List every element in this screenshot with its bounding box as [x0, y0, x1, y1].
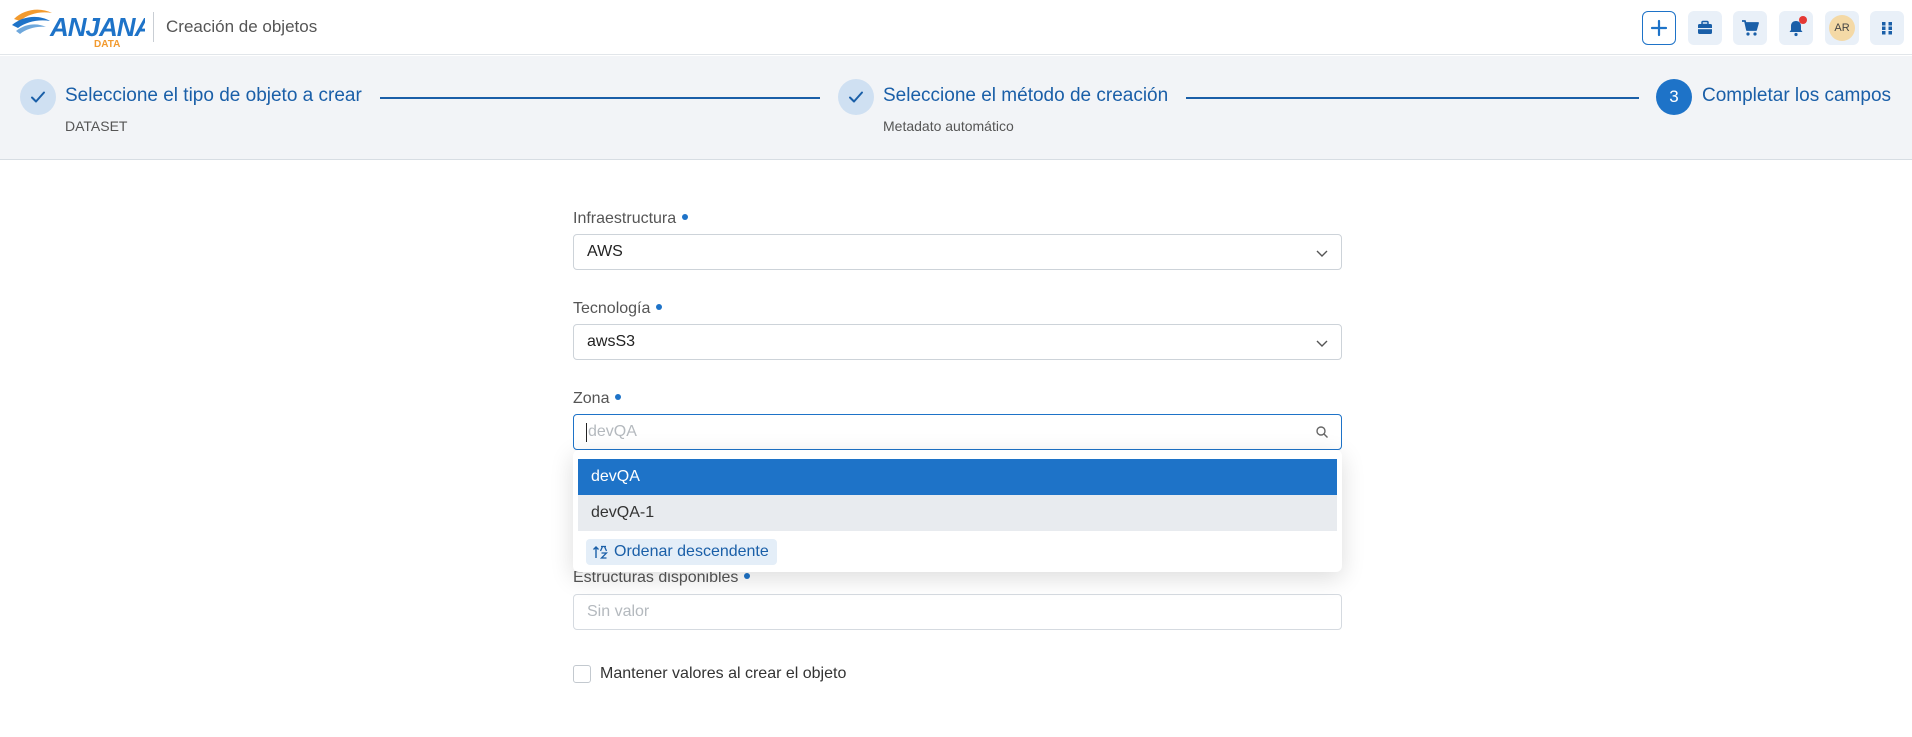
step-3-title: Completar los campos [1702, 85, 1892, 106]
notification-badge [1799, 16, 1807, 24]
estructuras-placeholder: Sin valor [587, 603, 650, 620]
required-indicator [615, 393, 622, 400]
logo-text: ANJANA [49, 12, 145, 42]
zona-label: Zona [573, 390, 622, 408]
cart-icon [1742, 20, 1759, 36]
grid-icon [1882, 22, 1892, 35]
search-icon [1316, 426, 1328, 438]
plus-icon [1650, 19, 1668, 37]
keep-values-checkbox[interactable] [573, 665, 591, 683]
dropdown-option-devqa[interactable]: devQA [578, 459, 1337, 495]
tecnologia-select[interactable]: awsS3 [573, 324, 1342, 360]
avatar: AR [1829, 15, 1855, 41]
chevron-down-icon [1316, 340, 1328, 347]
page-title: Creación de objetos [166, 17, 318, 36]
apps-button[interactable] [1870, 11, 1904, 45]
chevron-down-icon [1316, 250, 1328, 257]
infraestructura-select[interactable]: AWS [573, 234, 1342, 270]
step-connector [1186, 97, 1639, 99]
zona-placeholder: devQA [588, 423, 637, 440]
required-indicator [744, 572, 751, 579]
infraestructura-value: AWS [587, 243, 623, 260]
check-icon [849, 91, 863, 103]
step-3-number: 3 [1656, 79, 1692, 115]
estructuras-select[interactable]: Sin valor [573, 594, 1342, 630]
briefcase-icon [1698, 20, 1712, 34]
text-cursor [586, 423, 587, 442]
check-icon [31, 91, 45, 103]
step-1-check [20, 79, 56, 115]
briefcase-button[interactable] [1688, 11, 1722, 45]
step-1-title: Seleccione el tipo de objeto a crear [65, 85, 362, 106]
add-button[interactable] [1642, 11, 1676, 45]
step-2-check [838, 79, 874, 115]
required-indicator [656, 303, 663, 310]
cart-button[interactable] [1733, 11, 1767, 45]
zona-search-input[interactable]: devQA [573, 414, 1342, 450]
logo-separator [153, 12, 154, 42]
sort-descending-button[interactable]: Ordenar descendente [586, 539, 777, 565]
sort-descending-icon [593, 545, 608, 559]
anjana-logo[interactable]: ANJANA DATA [10, 5, 145, 49]
sort-descending-label: Ordenar descendente [614, 543, 769, 560]
infraestructura-label: Infraestructura [573, 210, 689, 228]
user-avatar-button[interactable]: AR [1825, 11, 1859, 45]
step-2-subtitle: Metadato automático [883, 118, 1014, 134]
step-2-title: Seleccione el método de creación [883, 85, 1169, 106]
stepper: Seleccione el tipo de objeto a crear DAT… [0, 56, 1912, 160]
keep-values-label[interactable]: Mantener valores al crear el objeto [600, 665, 846, 683]
tecnologia-label: Tecnología [573, 300, 663, 318]
step-connector [380, 97, 820, 99]
top-bar: ANJANA DATA Creación de objetos AR [0, 0, 1912, 55]
logo-subtext: DATA [94, 39, 120, 49]
step-1-subtitle: DATASET [65, 118, 128, 134]
dropdown-option-devqa-1[interactable]: devQA-1 [578, 495, 1337, 531]
notifications-button[interactable] [1779, 11, 1813, 45]
required-indicator [682, 213, 689, 220]
zona-dropdown: devQA devQA-1 Ordenar descendente [573, 450, 1342, 572]
tecnologia-value: awsS3 [587, 333, 636, 350]
